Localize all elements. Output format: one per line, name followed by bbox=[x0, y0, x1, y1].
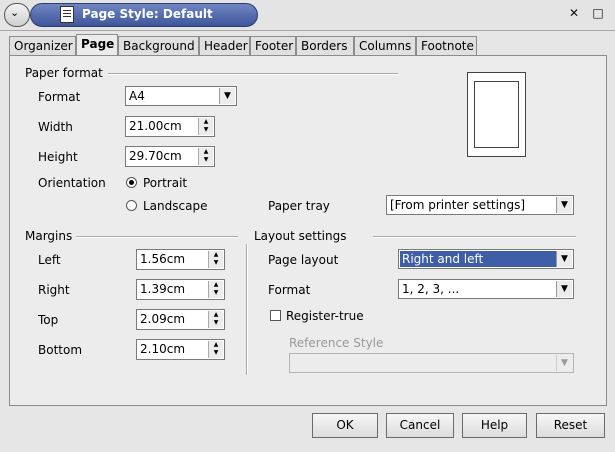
paper-tray-select[interactable]: [From printer settings] ▼ bbox=[386, 195, 574, 215]
tab-borders[interactable]: Borders bbox=[296, 36, 354, 55]
margin-left-label: Left bbox=[38, 253, 61, 267]
window-menu-button[interactable]: ⌄ bbox=[4, 3, 30, 27]
format-label: Format bbox=[38, 90, 81, 104]
page-layout-select[interactable]: Right and left ▼ bbox=[398, 249, 574, 269]
orientation-label: Orientation bbox=[38, 176, 106, 190]
page-layout-label: Page layout bbox=[268, 253, 339, 267]
margin-left-spinbox[interactable]: 1.56cm ▲ ▼ bbox=[136, 249, 225, 270]
dropdown-arrow-icon: ▼ bbox=[556, 281, 572, 297]
paper-format-heading: Paper format bbox=[25, 66, 103, 80]
margin-right-label: Right bbox=[38, 283, 70, 297]
tab-footnote[interactable]: Footnote bbox=[416, 36, 477, 55]
tab-background[interactable]: Background bbox=[118, 36, 199, 55]
spin-arrows-icon[interactable]: ▲ ▼ bbox=[208, 251, 223, 268]
dropdown-arrow-icon: ▼ bbox=[556, 197, 572, 213]
dropdown-arrow-icon: ▼ bbox=[219, 88, 235, 104]
spin-arrows-icon[interactable]: ▲ ▼ bbox=[198, 118, 213, 135]
tab-footer[interactable]: Footer bbox=[250, 36, 296, 55]
margin-top-label: Top bbox=[38, 313, 59, 327]
margins-heading: Margins bbox=[25, 229, 73, 243]
layout-format-select[interactable]: 1, 2, 3, ... ▼ bbox=[398, 279, 574, 299]
spin-arrows-icon[interactable]: ▲ ▼ bbox=[208, 311, 223, 328]
layout-settings-heading: Layout settings bbox=[254, 229, 347, 243]
tab-organizer[interactable]: Organizer bbox=[9, 36, 76, 55]
width-label: Width bbox=[38, 120, 73, 134]
landscape-radio[interactable] bbox=[126, 200, 137, 211]
spin-arrows-icon[interactable]: ▲ ▼ bbox=[198, 148, 213, 165]
vertical-divider bbox=[246, 244, 248, 375]
tab-page[interactable]: Page bbox=[76, 34, 118, 56]
margin-right-spinbox[interactable]: 1.39cm ▲ ▼ bbox=[136, 279, 225, 300]
tab-header[interactable]: Header bbox=[199, 36, 250, 55]
portrait-label[interactable]: Portrait bbox=[143, 176, 187, 190]
chevron-down-icon: ⌄ bbox=[10, 6, 20, 19]
divider bbox=[76, 236, 238, 238]
cancel-button[interactable]: Cancel bbox=[386, 413, 454, 438]
divider bbox=[373, 236, 576, 238]
dropdown-arrow-icon: ▼ bbox=[556, 355, 572, 371]
page-preview bbox=[467, 72, 526, 157]
layout-format-label: Format bbox=[268, 283, 311, 297]
height-label: Height bbox=[38, 150, 78, 164]
format-select[interactable]: A4 ▼ bbox=[125, 86, 237, 106]
tab-columns[interactable]: Columns bbox=[354, 36, 416, 55]
ok-button[interactable]: OK bbox=[312, 413, 378, 438]
help-button[interactable]: Help bbox=[462, 413, 527, 438]
close-icon[interactable]: ✕ bbox=[566, 5, 582, 21]
maximize-icon[interactable]: □ bbox=[590, 5, 606, 21]
height-spinbox[interactable]: 29.70cm ▲ ▼ bbox=[125, 146, 215, 167]
window-title: Page Style: Default bbox=[82, 7, 213, 21]
reference-style-select[interactable]: ▼ bbox=[289, 353, 574, 373]
divider bbox=[108, 73, 398, 75]
portrait-radio[interactable] bbox=[126, 177, 137, 188]
reset-button[interactable]: Reset bbox=[536, 413, 605, 438]
margin-top-spinbox[interactable]: 2.09cm ▲ ▼ bbox=[136, 309, 225, 330]
margin-bottom-spinbox[interactable]: 2.10cm ▲ ▼ bbox=[136, 339, 225, 360]
landscape-label[interactable]: Landscape bbox=[143, 199, 207, 213]
register-true-checkbox[interactable] bbox=[270, 310, 281, 321]
spin-arrows-icon[interactable]: ▲ ▼ bbox=[208, 341, 223, 358]
paper-tray-label: Paper tray bbox=[268, 199, 330, 213]
reference-style-label: Reference Style bbox=[289, 336, 384, 350]
document-icon bbox=[60, 6, 74, 23]
dropdown-arrow-icon: ▼ bbox=[556, 251, 572, 267]
width-spinbox[interactable]: 21.00cm ▲ ▼ bbox=[125, 116, 215, 137]
register-true-label[interactable]: Register-true bbox=[286, 309, 364, 323]
margin-bottom-label: Bottom bbox=[38, 343, 83, 357]
page-preview-margins bbox=[474, 81, 519, 148]
spin-arrows-icon[interactable]: ▲ ▼ bbox=[208, 281, 223, 298]
